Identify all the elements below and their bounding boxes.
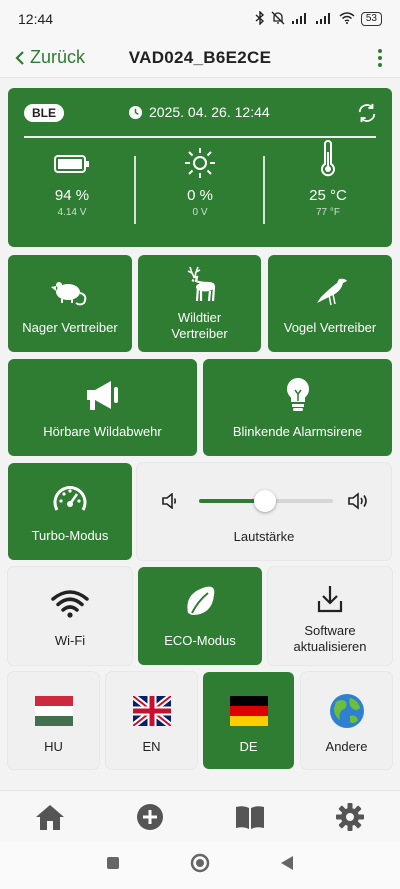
back-button[interactable]: Zurück — [14, 47, 85, 68]
status-bar: 12:44 53 — [0, 0, 400, 38]
wifi-icon — [8, 589, 132, 619]
app-bar: Zurück VAD024_B6E2CE — [0, 38, 400, 78]
settings-gear-icon[interactable] — [320, 802, 380, 832]
device-status-card: BLE 2025. 04. 26. 12:44 94 % 4.14 V 0 % … — [8, 88, 392, 247]
download-icon — [268, 583, 392, 615]
battery-icon — [54, 155, 89, 173]
language-hu-button[interactable]: HU — [8, 672, 99, 769]
update-label-line1: Software — [304, 623, 356, 638]
volume-low-icon[interactable] — [161, 492, 179, 514]
battery-value: 94 % — [54, 187, 90, 204]
recents-icon[interactable] — [106, 856, 120, 875]
overflow-menu-icon[interactable] — [374, 45, 386, 71]
back-triangle-icon[interactable] — [280, 855, 294, 876]
deer-icon — [138, 265, 261, 305]
wildlife-label-line2: Vertreiber — [171, 326, 228, 341]
home-circle-icon[interactable] — [190, 853, 210, 878]
language-other-button[interactable]: Andere — [301, 672, 392, 769]
uk-flag-icon — [106, 696, 197, 726]
update-label-line2: aktualisieren — [293, 639, 367, 654]
volume-slider-thumb[interactable] — [253, 490, 276, 512]
wildlife-repeller-button[interactable]: Wildtier Vertreiber — [138, 255, 261, 352]
rodent-label: Nager Vertreiber — [22, 320, 118, 335]
turbo-label: Turbo-Modus — [31, 528, 109, 543]
bottom-navigation — [0, 790, 400, 842]
signal-icon — [291, 12, 309, 27]
audible-label: Hörbare Wildabwehr — [43, 424, 162, 439]
book-icon[interactable] — [220, 804, 280, 830]
hu-label: HU — [44, 739, 63, 754]
home-icon[interactable] — [20, 803, 80, 831]
temperature-fahrenheit: 77 °F — [315, 207, 340, 218]
wildlife-label-line1: Wildtier — [177, 310, 222, 325]
de-label: DE — [239, 739, 258, 754]
volume-label: Lautstärke — [233, 529, 295, 544]
battery-metric: 94 % 4.14 V — [8, 154, 136, 218]
light-metric: 0 % 0 V — [136, 148, 264, 218]
add-circle-icon[interactable] — [120, 803, 180, 831]
back-label: Zurück — [30, 47, 86, 67]
flashing-siren-button[interactable]: Blinkende Alarmsirene — [203, 359, 392, 456]
ble-badge: BLE — [24, 104, 64, 122]
battery-status: 53 — [360, 12, 382, 26]
audible-deterrent-button[interactable]: Hörbare Wildabwehr — [8, 359, 197, 456]
other-label: Andere — [325, 739, 368, 754]
eco-mode-button[interactable]: ECO-Modus — [138, 567, 262, 665]
clock: 12:44 — [18, 11, 54, 27]
flashing-label: Blinkende Alarmsirene — [232, 424, 363, 439]
bird-icon — [268, 275, 392, 307]
bird-label: Vogel Vertreiber — [283, 320, 377, 335]
wifi-label: Wi-Fi — [54, 633, 86, 648]
rat-icon — [8, 275, 132, 307]
system-navigation — [0, 842, 400, 889]
megaphone-icon — [8, 377, 197, 415]
eco-label: ECO-Modus — [164, 633, 236, 648]
hungary-flag-icon — [8, 696, 99, 726]
temperature-metric: 25 °C 77 °F — [264, 140, 392, 218]
bluetooth-icon — [255, 9, 265, 28]
clock-icon — [128, 105, 143, 119]
sun-icon — [185, 148, 215, 178]
thermometer-icon — [321, 140, 335, 177]
turbo-mode-button[interactable]: Turbo-Modus — [8, 463, 132, 560]
battery-voltage: 4.14 V — [57, 207, 87, 218]
chevron-left-icon — [15, 50, 24, 65]
bird-repeller-button[interactable]: Vogel Vertreiber — [268, 255, 392, 352]
germany-flag-icon — [203, 696, 294, 726]
wifi-status-icon — [339, 11, 355, 27]
lightbulb-icon — [203, 375, 392, 415]
divider — [24, 136, 376, 138]
volume-high-icon[interactable] — [347, 492, 371, 515]
signal-icon-2 — [315, 12, 333, 27]
volume-control: Lautstärke — [137, 463, 391, 560]
device-datetime: 2025. 04. 26. 12:44 — [149, 104, 270, 120]
mute-bell-icon — [271, 11, 285, 28]
en-label: EN — [142, 739, 161, 754]
language-en-button[interactable]: EN — [106, 672, 197, 769]
wifi-button[interactable]: Wi-Fi — [8, 567, 132, 665]
temperature-value: 25 °C — [309, 187, 347, 204]
leaf-icon — [138, 583, 262, 621]
globe-icon — [301, 692, 392, 730]
software-update-button[interactable]: Software aktualisieren — [268, 567, 392, 665]
light-value: 0 % — [187, 187, 213, 204]
refresh-icon[interactable] — [356, 102, 378, 129]
speedometer-icon — [8, 483, 132, 515]
language-de-button[interactable]: DE — [203, 672, 294, 769]
rodent-repeller-button[interactable]: Nager Vertreiber — [8, 255, 132, 352]
light-voltage: 0 V — [192, 207, 208, 218]
